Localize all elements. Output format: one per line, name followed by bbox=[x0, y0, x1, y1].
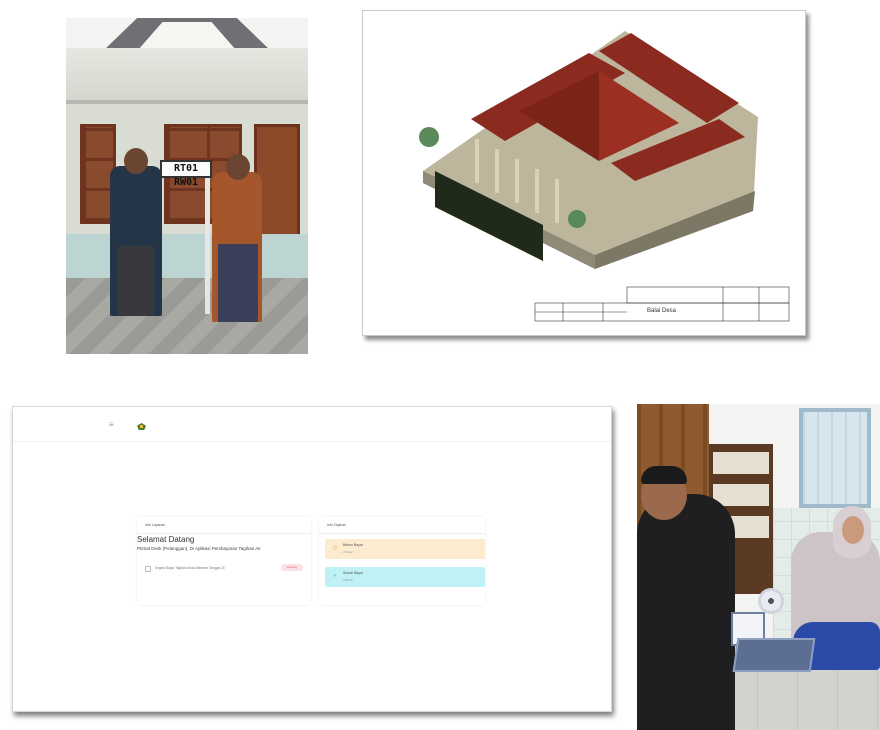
shelf-row bbox=[713, 452, 769, 474]
person-left-head bbox=[124, 148, 148, 174]
reminder-text: Segera Bayar Tagihan Anda Sebelum Tangga… bbox=[155, 566, 225, 570]
reminder-icon bbox=[145, 566, 151, 572]
house-front-photo: RT01 RW01 bbox=[66, 18, 308, 354]
unpaid-count: 0 Bulan bbox=[343, 550, 354, 554]
bill-info-card: Info Tagihan ◷ Belum Bayar 0 Bulan ✓ Sud… bbox=[319, 517, 485, 605]
shelf-row bbox=[713, 484, 769, 506]
tiled-floor bbox=[66, 278, 308, 354]
important-badge: Penting bbox=[281, 564, 303, 571]
cad-isometric-drawing: Balai Desa bbox=[362, 10, 806, 336]
tree-left bbox=[419, 127, 439, 147]
column bbox=[495, 149, 499, 193]
bill-card-header: Info Tagihan bbox=[319, 517, 485, 534]
column bbox=[515, 159, 519, 203]
column bbox=[555, 179, 559, 223]
person-left bbox=[110, 148, 162, 316]
title-block-top bbox=[626, 286, 790, 304]
person-right bbox=[212, 154, 262, 322]
cad-drawing-svg: Balai Desa bbox=[419, 31, 790, 322]
user-card-header: Info Layanan bbox=[137, 517, 311, 534]
menu-icon[interactable]: ≡ bbox=[109, 421, 117, 429]
welcome-subtitle: PDSat Desk (Pelanggan), Di Aplikasi Pemb… bbox=[137, 546, 261, 551]
title-block-label: Balai Desa bbox=[647, 308, 677, 314]
village-logo-icon bbox=[137, 423, 146, 430]
paid-count: 0 Bulan bbox=[343, 578, 354, 582]
paid-title: Sudah Bayar bbox=[343, 571, 364, 575]
tree-front bbox=[568, 210, 586, 228]
laptop bbox=[732, 638, 816, 672]
roof-fascia bbox=[66, 48, 308, 104]
payment-reminder: Segera Bayar Tagihan Anda Sebelum Tangga… bbox=[137, 563, 307, 575]
man-hair bbox=[641, 466, 687, 484]
clock-icon: ◷ bbox=[333, 545, 338, 551]
person-right-sarong bbox=[218, 244, 258, 322]
billing-app-screenshot: ≡ Info Layanan Selamat Datang PDSat Desk… bbox=[12, 406, 612, 712]
person-left-pants bbox=[118, 246, 154, 316]
room-window bbox=[799, 408, 871, 508]
rt-rw-sign: RT01 RW01 bbox=[160, 160, 212, 188]
cd-disc bbox=[758, 588, 784, 614]
woman-face bbox=[842, 516, 864, 544]
column bbox=[475, 139, 479, 183]
user-info-card: Info Layanan Selamat Datang PDSat Desk (… bbox=[137, 517, 311, 605]
porch-ledge bbox=[66, 234, 308, 278]
person-right-head bbox=[226, 154, 250, 180]
unpaid-bills-box[interactable]: ◷ Belum Bayar 0 Bulan bbox=[325, 539, 485, 559]
handover-photo bbox=[637, 404, 880, 730]
sign-pole bbox=[205, 174, 210, 314]
unpaid-title: Belum Bayar bbox=[343, 543, 364, 547]
check-icon: ✓ bbox=[333, 573, 338, 579]
column bbox=[535, 169, 539, 213]
title-block bbox=[534, 286, 790, 322]
welcome-title: Selamat Datang bbox=[137, 535, 195, 544]
top-navbar: ≡ bbox=[13, 407, 611, 442]
man-in-black-jacket bbox=[637, 494, 735, 730]
paid-bills-box[interactable]: ✓ Sudah Bayar 0 Bulan bbox=[325, 567, 485, 587]
